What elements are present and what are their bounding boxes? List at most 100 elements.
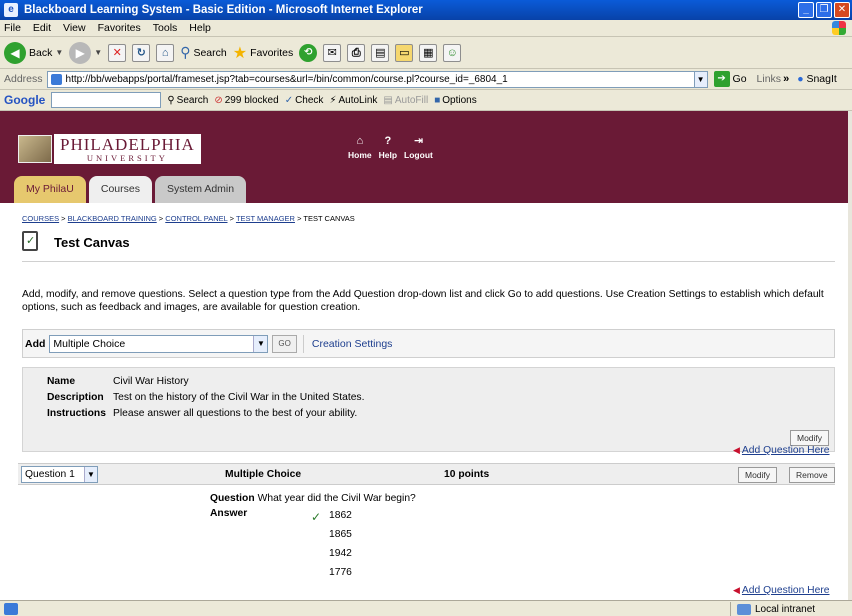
help-button[interactable]: ? Help [379,135,397,160]
minimize-button[interactable]: _ [798,2,814,18]
edit-icon[interactable]: ▤ [371,43,390,62]
options-button[interactable]: ■ Options [434,95,477,106]
intranet-icon [737,603,751,615]
tab-my-philau[interactable]: My PhilaU [14,176,86,203]
snagit-button[interactable]: ● SnagIt [797,73,837,85]
address-input[interactable]: http://bb/webapps/portal/frameset.jsp?ta… [46,70,695,88]
go-arrow-icon: ➔ [713,71,730,87]
window-titlebar: e Blackboard Learning System - Basic Edi… [0,0,852,20]
google-search-label: Search [176,94,209,106]
add-label: Add [25,337,46,350]
tab-system-admin[interactable]: System Admin [154,176,247,203]
tab-courses[interactable]: Courses [88,176,152,203]
research-icon[interactable]: ▦ [419,43,438,62]
google-logo[interactable]: Google [4,93,45,107]
security-zone-label: Local intranet [755,603,816,615]
test-description-value: Test on the history of the Civil War in … [113,392,365,403]
history-icon[interactable]: ⟲ [299,43,318,62]
home-button[interactable]: ⌂ Home [348,135,372,160]
logout-button[interactable]: ⇥ Logout [404,135,433,160]
options-icon: ■ [434,94,441,106]
snagit-label: SnagIt [806,73,837,85]
add-question-here-link-top[interactable]: Add Question Here [733,445,830,456]
breadcrumb-separator: > [227,214,236,223]
page-status-icon [4,602,18,615]
creation-settings-link[interactable]: Creation Settings [312,338,393,350]
menu-view[interactable]: View [63,22,86,34]
question-number-select[interactable]: Question 1 ▼ [21,466,98,483]
autofill-label: AutoFill [394,94,429,106]
help-icon: ? [384,135,392,147]
test-instructions-value: Please answer all questions to the best … [113,408,358,419]
correct-answer-check-icon: ✓ [311,510,322,524]
autofill-icon: ▤ [383,94,393,106]
remove-question-button[interactable]: Remove [789,467,835,483]
forward-arrow-icon: ▶ [69,41,92,64]
chevron-down-icon: ▼ [84,467,97,482]
breadcrumb-blackboard-training[interactable]: BLACKBOARD TRAINING [68,214,157,223]
menu-help[interactable]: Help [189,22,211,34]
messenger-icon[interactable]: ☺ [443,43,462,62]
home-icon[interactable]: ⌂ [156,43,175,62]
page-scrollbar[interactable] [848,111,852,600]
go-button[interactable]: ➔ Go [713,71,747,87]
chevron-down-icon: ▼ [253,335,268,352]
search-button[interactable]: ⚲ Search [180,44,227,61]
address-dropdown-icon[interactable]: ▼ [693,70,708,88]
page-description: Add, modify, and remove questions. Selec… [22,289,824,313]
modify-test-button[interactable]: Modify [790,430,830,446]
search-icon: ⚲ [167,94,175,106]
favorites-button[interactable]: ★ Favorites [233,43,294,63]
menu-favorites[interactable]: Favorites [98,22,141,34]
close-button[interactable]: ✕ [834,2,850,18]
question-text-value: What year did the Civil War begin? [257,493,416,504]
test-description-row: Description Test on the history of the C… [47,392,364,403]
question-type-select[interactable]: Multiple Choice ▼ [49,334,269,353]
logo-line2: UNIVERSITY [86,153,168,163]
forward-button[interactable]: ▶ ▼ [69,41,102,64]
refresh-icon[interactable]: ↻ [132,43,151,62]
autolink-label: AutoLink [338,94,378,106]
options-label: Options [442,94,477,106]
maximize-button[interactable]: ❐ [816,2,832,18]
back-button[interactable]: ◀ Back ▼ [4,41,63,64]
menu-edit[interactable]: Edit [33,22,51,34]
menu-file[interactable]: File [4,22,21,34]
address-bar: Address http://bb/webapps/portal/framese… [0,69,852,90]
go-add-button[interactable]: GO [272,334,297,353]
answer-option: 1862 [329,510,352,521]
logout-icon: ⇥ [413,135,424,147]
browser-toolbar: ◀ Back ▼ ▶ ▼ ✕ ↻ ⌂ ⚲ Search ★ Favorites … [0,37,852,69]
links-button[interactable]: Links [757,73,782,85]
back-label: Back [29,46,53,59]
add-question-here-link-bottom[interactable]: Add Question Here [733,585,830,596]
window-title: Blackboard Learning System - Basic Editi… [24,4,423,16]
print-icon[interactable]: ⎙ [347,43,366,62]
university-logo[interactable]: PHILADELPHIA UNIVERSITY [18,133,201,165]
google-search-button[interactable]: ⚲ Search [167,95,208,106]
block-icon: ⊘ [214,94,223,106]
address-label: Address [4,73,43,85]
spellcheck-label: Check [295,94,324,106]
modify-question-button[interactable]: Modify [738,467,778,483]
test-name-value: Civil War History [113,376,189,387]
stop-icon[interactable]: ✕ [108,43,127,62]
google-search-input[interactable] [51,92,162,108]
folder-icon[interactable]: ▭ [395,43,414,62]
autofill-button[interactable]: ▤ AutoFill [383,95,428,106]
favorites-star-icon: ★ [232,44,248,62]
breadcrumb-test-manager[interactable]: TEST MANAGER [236,214,295,223]
breadcrumb-control-panel[interactable]: CONTROL PANEL [165,214,227,223]
test-instructions-label: Instructions [47,408,106,419]
popup-blocker-button[interactable]: ⊘ 299 blocked [214,95,278,106]
autolink-button[interactable]: ⚡ AutoLink [329,95,377,106]
autolink-icon: ⚡ [329,94,337,106]
mail-icon[interactable]: ✉ [323,43,342,62]
snagit-icon: ● [797,73,804,85]
menu-tools[interactable]: Tools [153,22,178,34]
breadcrumb-courses[interactable]: COURSES [22,214,59,223]
chevron-right-icon[interactable]: » [783,73,789,85]
spellcheck-button[interactable]: ✓ Check [285,95,324,106]
title-divider [22,261,835,262]
question-header: Question 1 ▼ Multiple Choice 10 points M… [18,463,835,485]
